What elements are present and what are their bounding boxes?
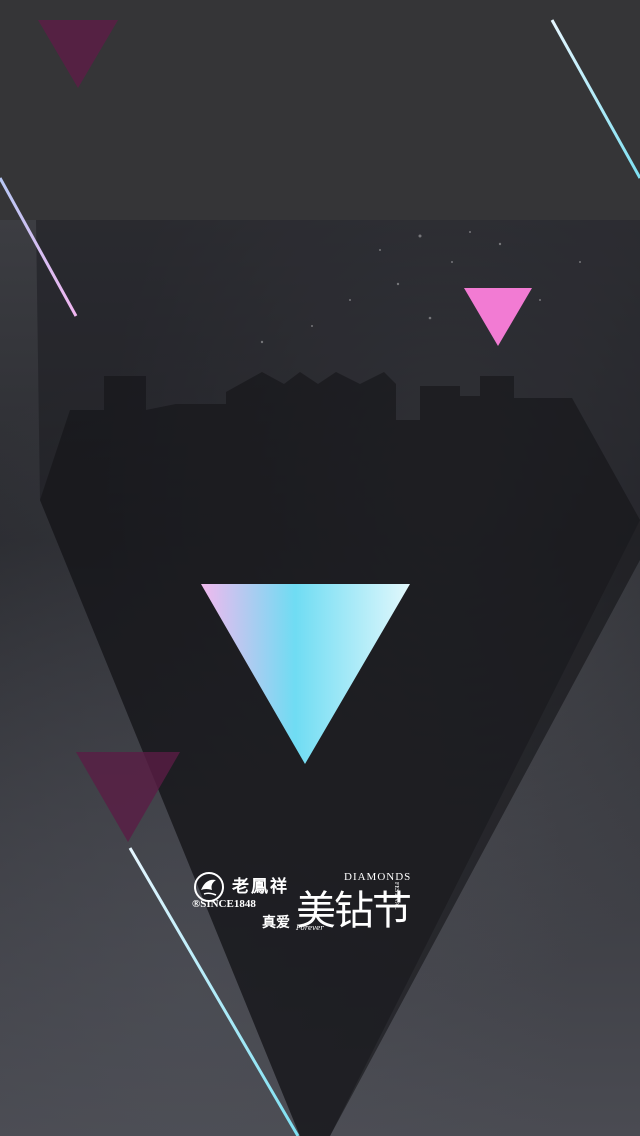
since-year: SINCE1848 — [200, 898, 256, 910]
dark-triangle-top-icon — [38, 20, 118, 88]
cyan-diagonal-line-top-right — [550, 19, 640, 179]
tagline-cn: 真爱 — [262, 915, 290, 931]
brand-since-text: ®SINCE1848 — [192, 898, 256, 910]
splash-screen: 老鳳祥 ®SINCE1848 真爱 美钻节 DIAMONDS FESTIVAL … — [0, 0, 640, 1136]
forever-label: Forever — [296, 924, 324, 932]
registered-mark: ® — [192, 898, 201, 910]
diamonds-label: DIAMONDS — [344, 871, 412, 883]
geometric-overlay — [0, 19, 640, 1136]
brand-logo-block: 老鳳祥 ®SINCE1848 真爱 美钻节 DIAMONDS FESTIVAL … — [192, 868, 422, 948]
festival-label: FESTIVAL — [393, 882, 399, 910]
brand-name-cn: 老鳳祥 — [232, 877, 289, 897]
